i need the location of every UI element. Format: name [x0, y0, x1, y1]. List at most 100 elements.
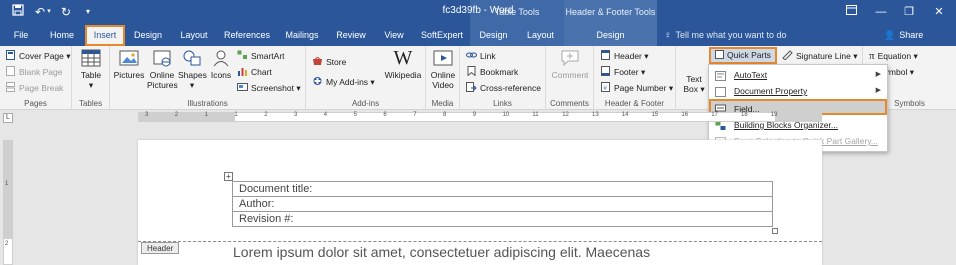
online-pictures-button[interactable]: Online Pictures [147, 48, 178, 90]
quick-parts-button[interactable]: Quick Parts ▾ [709, 47, 777, 73]
screenshot-button[interactable]: Screenshot ▾ [237, 81, 301, 95]
vruler-number: 1 [5, 181, 9, 187]
signature-line-icon [782, 50, 793, 61]
blank-page-button[interactable]: Blank Page [5, 65, 62, 79]
restore-icon[interactable]: ❐ [894, 0, 924, 24]
cover-page-button[interactable]: Cover Page ▾ [5, 49, 71, 63]
bookmark-button[interactable]: Bookmark [466, 65, 518, 79]
online-video-button[interactable]: Online Video [428, 48, 458, 90]
page-number-icon: # [600, 82, 611, 92]
document-table[interactable]: Document title: Author: Revision #: [232, 181, 773, 227]
tab-layout[interactable]: Layout [174, 24, 214, 46]
online-pictures-label-1: Online [149, 70, 175, 80]
tab-home[interactable]: Home [44, 24, 80, 46]
minimize-icon[interactable]: — [866, 0, 896, 24]
equation-button[interactable]: π Equation ▾ [869, 49, 918, 63]
vertical-ruler[interactable]: 1 2 [3, 140, 13, 265]
smartart-icon [237, 50, 248, 60]
ruler-number: 15 [651, 112, 659, 118]
store-icon [312, 56, 323, 66]
comment-button[interactable]: Comment [548, 48, 592, 80]
signature-line-button[interactable]: Signature Line ▾ [782, 49, 857, 63]
menu-item-autotext[interactable]: AutoText ▶ [709, 67, 887, 83]
page-break-label: Page Break [19, 83, 64, 93]
wikipedia-button[interactable]: W Wikipedia [382, 48, 424, 80]
table-cell[interactable]: Revision #: [232, 211, 773, 227]
ruler-number: 13 [592, 112, 599, 118]
table-cell[interactable]: Author: [232, 196, 773, 212]
tab-insert[interactable]: Insert [85, 25, 125, 46]
share-label: Share [899, 30, 924, 40]
ruler-margin-right [775, 113, 821, 121]
tab-header-footer-design[interactable]: Design [564, 24, 657, 46]
tab-mailings[interactable]: Mailings [280, 24, 324, 46]
smartart-label: SmartArt [251, 51, 285, 61]
group-pages: Cover Page ▾ Blank Page Page Break Pages [0, 46, 72, 110]
icons-button[interactable]: Icons [208, 48, 234, 80]
share-button[interactable]: 👤 Share [884, 24, 923, 46]
pictures-button[interactable]: Pictures [112, 48, 146, 80]
tab-selector-icon[interactable]: L [3, 113, 13, 123]
my-addins-button[interactable]: My Add-ins ▾ [312, 75, 375, 89]
ruler-number: 19 [770, 112, 778, 118]
tab-references[interactable]: References [222, 24, 272, 46]
customize-qat-icon[interactable]: ▾ [80, 4, 96, 20]
link-button[interactable]: Link [466, 49, 496, 63]
group-illustrations: Pictures Online Pictures Shapes ▾ Icons Sm… [110, 46, 306, 110]
tab-softexpert[interactable]: SoftExpert [418, 24, 466, 46]
footer-icon [600, 66, 611, 76]
online-pictures-label-2: Pictures [147, 80, 178, 90]
page-number-button[interactable]: # Page Number ▾ [600, 81, 673, 95]
header-separator [138, 241, 822, 242]
tab-design[interactable]: Design [130, 24, 166, 46]
table-button[interactable]: Table ▾ [78, 48, 104, 90]
ruler-number: 11 [532, 112, 539, 118]
footer-button[interactable]: Footer ▾ [600, 65, 645, 79]
smartart-button[interactable]: SmartArt [237, 49, 285, 63]
tab-table-layout[interactable]: Layout [517, 24, 564, 46]
cross-reference-button[interactable]: Cross-reference [466, 81, 541, 95]
ruler-number: 12 [562, 112, 569, 118]
redo-icon[interactable]: ↻ [58, 4, 74, 20]
document-property-label: Document Property [734, 86, 808, 96]
tables-group-label: Tables [78, 99, 103, 108]
autotext-icon [715, 70, 726, 81]
icons-icon [210, 48, 232, 68]
horizontal-ruler[interactable]: 3 2 1 1 2 3 4 5 6 7 8 9 10 11 12 13 14 15 16 17 18 19 [138, 112, 822, 122]
ruler-number: 2 [264, 112, 268, 118]
store-button[interactable]: Store [312, 55, 346, 69]
menu-item-document-property[interactable]: Document Property ▶ [709, 83, 887, 99]
text-box-label-1: Text [686, 74, 702, 84]
wikipedia-icon: W [393, 47, 413, 69]
save-icon[interactable] [10, 4, 26, 20]
table-label: Table [80, 70, 102, 80]
chart-button[interactable]: Chart [237, 65, 272, 79]
screenshot-icon [237, 82, 248, 92]
close-icon[interactable]: ✕ [924, 0, 954, 24]
table-move-handle[interactable]: + [224, 172, 233, 181]
table-cell[interactable]: Document title: [232, 181, 773, 197]
group-tables: Table ▾ Tables [72, 46, 110, 110]
header-button[interactable]: Header ▾ [600, 49, 649, 63]
ruler-number: 14 [621, 112, 629, 118]
tab-review[interactable]: Review [332, 24, 370, 46]
ruler-number: 3 [145, 112, 149, 118]
shapes-button[interactable]: Shapes ▾ [178, 48, 207, 90]
online-video-icon [432, 48, 454, 68]
header-label: Header [614, 51, 642, 61]
text-box-button[interactable]: Text Box ▾ [680, 60, 708, 94]
tab-table-design[interactable]: Design [470, 24, 517, 46]
undo-dropdown-icon[interactable]: ▾ [44, 4, 54, 20]
tell-me-box[interactable]: ♀ Tell me what you want to do [664, 24, 787, 46]
body-text[interactable]: Lorem ipsum dolor sit amet, consectetuer… [233, 244, 650, 260]
table-resize-handle[interactable] [772, 228, 778, 234]
tab-view[interactable]: View [378, 24, 410, 46]
ruler-number: 17 [711, 112, 718, 118]
group-addins: Store My Add-ins ▾ W Wikipedia Add-ins [306, 46, 426, 110]
cross-reference-label: Cross-reference [480, 83, 541, 93]
page-break-button[interactable]: Page Break [5, 81, 63, 95]
ribbon-options-icon[interactable] [836, 0, 866, 24]
tab-file[interactable]: File [6, 24, 36, 46]
table-row: Document title: [232, 181, 773, 197]
bookmark-label: Bookmark [480, 67, 519, 77]
